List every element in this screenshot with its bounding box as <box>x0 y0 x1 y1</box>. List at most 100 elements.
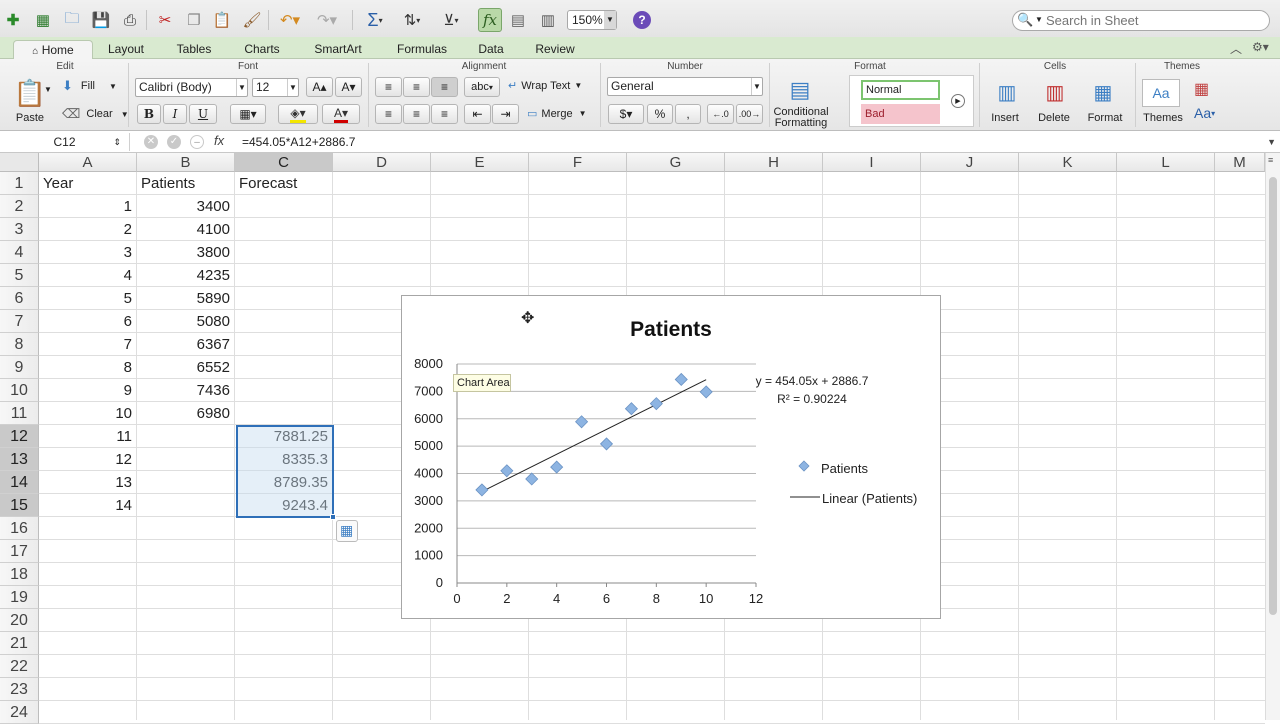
help-icon[interactable]: ? <box>633 11 651 29</box>
tab-charts[interactable]: Charts <box>235 40 289 59</box>
row-header-10[interactable]: 10 <box>0 379 39 402</box>
column-header-h[interactable]: H <box>725 153 823 172</box>
font-size-select[interactable]: 12 ▼ <box>252 78 299 97</box>
split-handle-icon[interactable]: ≡ <box>1268 155 1273 165</box>
column-header-i[interactable]: I <box>823 153 921 172</box>
gallery-icon[interactable]: ▥ <box>537 9 559 31</box>
cell-b4[interactable]: 3800 <box>137 241 234 264</box>
tab-review[interactable]: Review <box>527 40 583 59</box>
row-header-19[interactable]: 19 <box>0 586 39 609</box>
align-center-button[interactable]: ≡ <box>403 104 430 124</box>
format-painter-icon[interactable]: 🖌 <box>242 9 262 31</box>
select-all-corner[interactable] <box>0 153 39 172</box>
cell-b5[interactable]: 4235 <box>137 264 234 287</box>
cell-b11[interactable]: 6980 <box>137 402 234 425</box>
tab-layout[interactable]: Layout <box>99 40 153 59</box>
cell-a3[interactable]: 2 <box>39 218 136 241</box>
redo-icon[interactable]: ↷▾ <box>312 9 342 31</box>
row-header-2[interactable]: 2 <box>0 195 39 218</box>
ribbon-settings-icon[interactable]: ⚙▾ <box>1252 40 1269 54</box>
chevron-down-icon[interactable]: ▼ <box>44 85 52 94</box>
chevron-down-icon[interactable]: ▼ <box>1267 137 1276 147</box>
column-header-b[interactable]: B <box>137 153 235 172</box>
wrap-text-button[interactable]: ↵ Wrap Text ▼ <box>508 79 582 93</box>
align-bottom-button[interactable]: ≡ <box>431 77 458 97</box>
row-header-9[interactable]: 9 <box>0 356 39 379</box>
style-normal[interactable]: Normal <box>861 80 940 100</box>
conditional-formatting-icon[interactable]: ▤ <box>780 75 820 105</box>
formula-builder-icon[interactable]: fx <box>478 8 502 32</box>
cell-a4[interactable]: 3 <box>39 241 136 264</box>
tab-data[interactable]: Data <box>468 40 514 59</box>
row-header-23[interactable]: 23 <box>0 678 39 701</box>
paste-options-button[interactable]: ▦ <box>336 520 358 542</box>
enter-icon[interactable]: ✓ <box>167 135 181 149</box>
cell-a10[interactable]: 9 <box>39 379 136 402</box>
cell-a5[interactable]: 4 <box>39 264 136 287</box>
column-header-f[interactable]: F <box>529 153 627 172</box>
cut-icon[interactable]: ✂ <box>155 9 175 31</box>
align-middle-button[interactable]: ≡ <box>403 77 430 97</box>
toolbox-icon[interactable]: ▤ <box>508 9 528 31</box>
cell-b8[interactable]: 6367 <box>137 333 234 356</box>
cell-a8[interactable]: 7 <box>39 333 136 356</box>
undo-icon[interactable]: ↶▾ <box>276 9 304 31</box>
comma-button[interactable]: , <box>675 104 701 124</box>
cell-b6[interactable]: 5890 <box>137 287 234 310</box>
format-button[interactable]: Format <box>1083 112 1127 124</box>
themes-icon[interactable]: Aa <box>1142 79 1180 107</box>
row-header-13[interactable]: 13 <box>0 448 39 471</box>
cancel-icon[interactable]: ✕ <box>144 135 158 149</box>
row-header-24[interactable]: 24 <box>0 701 39 724</box>
fill-handle[interactable] <box>330 514 336 520</box>
row-header-4[interactable]: 4 <box>0 241 39 264</box>
next-styles-icon[interactable]: ▶ <box>951 94 965 108</box>
cell-a15[interactable]: 14 <box>39 494 136 517</box>
decrease-decimal-button[interactable]: .00→ <box>736 104 763 124</box>
italic-button[interactable]: I <box>163 104 187 124</box>
column-header-e[interactable]: E <box>431 153 529 172</box>
align-left-button[interactable]: ≡ <box>375 104 402 124</box>
cell-b7[interactable]: 5080 <box>137 310 234 333</box>
font-name-select[interactable]: Calibri (Body) ▼ <box>135 78 248 97</box>
function-icon[interactable]: – <box>190 135 204 149</box>
search-input[interactable] <box>1046 13 1261 28</box>
open-icon[interactable]: 🗀 <box>62 9 82 31</box>
delete-button[interactable]: Delete <box>1033 112 1075 124</box>
autosum-icon[interactable]: Σ ▾ <box>360 9 390 31</box>
cell-a13[interactable]: 12 <box>39 448 136 471</box>
save-icon[interactable]: 💾 <box>92 9 111 31</box>
cell-a14[interactable]: 13 <box>39 471 136 494</box>
tab-smartart[interactable]: SmartArt <box>303 40 373 59</box>
cell-a11[interactable]: 10 <box>39 402 136 425</box>
row-header-18[interactable]: 18 <box>0 563 39 586</box>
cell-c1[interactable]: Forecast <box>235 172 332 195</box>
style-bad[interactable]: Bad <box>861 104 940 124</box>
insert-cells-icon[interactable]: ▥ <box>987 77 1027 107</box>
theme-colors-icon[interactable]: ▦ <box>1194 79 1209 99</box>
row-header-6[interactable]: 6 <box>0 287 39 310</box>
format-cells-icon[interactable]: ▦ <box>1083 77 1123 107</box>
cell-b2[interactable]: 3400 <box>137 195 234 218</box>
cell-a1[interactable]: Year <box>39 172 136 195</box>
font-color-button[interactable]: A▾ <box>322 104 360 124</box>
new-icon[interactable]: ✚ <box>4 9 22 31</box>
cell-a7[interactable]: 6 <box>39 310 136 333</box>
row-header-7[interactable]: 7 <box>0 310 39 333</box>
number-format-select[interactable]: General ▼ <box>607 77 763 96</box>
column-header-d[interactable]: D <box>333 153 431 172</box>
row-header-16[interactable]: 16 <box>0 517 39 540</box>
row-header-20[interactable]: 20 <box>0 609 39 632</box>
collapse-ribbon-icon[interactable]: ︿ <box>1230 40 1242 57</box>
cell-b1[interactable]: Patients <box>137 172 234 195</box>
tab-formulas[interactable]: Formulas <box>386 40 458 59</box>
merge-button[interactable]: ▭ Merge ▼ <box>527 107 587 121</box>
column-header-m[interactable]: M <box>1215 153 1265 172</box>
cell-a6[interactable]: 5 <box>39 287 136 310</box>
row-header-22[interactable]: 22 <box>0 655 39 678</box>
formula-input[interactable]: =454.05*A12+2886.7 <box>242 135 355 149</box>
increase-indent-button[interactable]: ⇥ <box>492 104 519 124</box>
increase-font-size-button[interactable]: A▴ <box>306 77 333 97</box>
decrease-indent-button[interactable]: ⇤ <box>464 104 491 124</box>
cell-a9[interactable]: 8 <box>39 356 136 379</box>
